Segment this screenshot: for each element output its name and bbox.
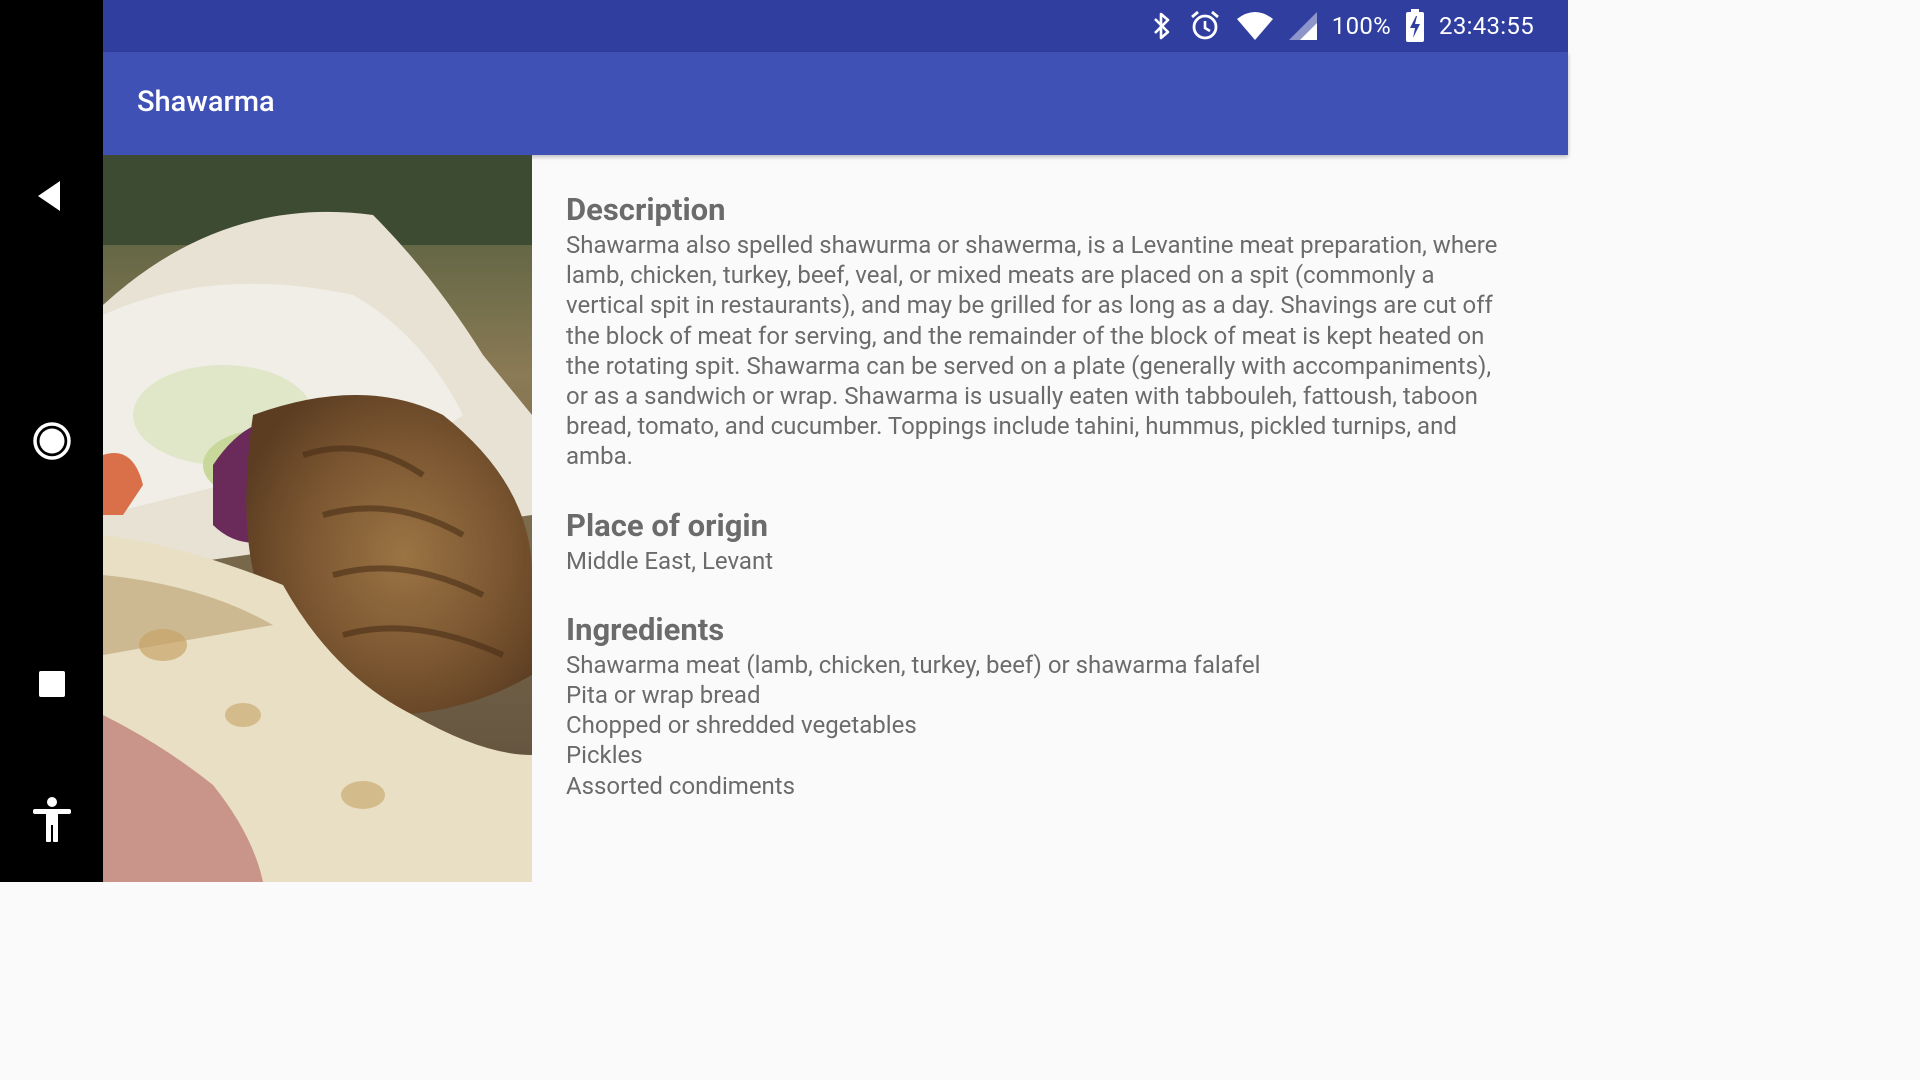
description-section: Description Shawarma also spelled shawur… [566, 190, 1506, 472]
bluetooth-icon [1150, 10, 1174, 42]
recents-icon [38, 671, 65, 697]
navigation-bar [0, 0, 103, 882]
ingredients-title: Ingredients [566, 610, 725, 648]
ingredient-item: Pita or wrap bread [566, 681, 761, 710]
ingredients-section: Ingredients Shawarma meat (lamb, chicken… [566, 610, 1506, 801]
details-panel: Description Shawarma also spelled shawur… [566, 190, 1506, 835]
accessibility-button[interactable] [0, 796, 103, 844]
origin-text: Middle East, Levant [566, 546, 774, 575]
description-title: Description [566, 191, 726, 228]
app-bar: Shawarma [103, 52, 1568, 155]
ingredient-item: Chopped or shredded vegetables [566, 711, 917, 740]
page-title: Shawarma [137, 85, 275, 119]
accessibility-icon [32, 797, 71, 842]
ingredient-item: Assorted condiments [566, 771, 796, 800]
food-image [103, 155, 532, 882]
description-text: Shawarma also spelled shawurma or shawer… [566, 231, 1498, 471]
recents-button[interactable] [0, 668, 103, 700]
back-button[interactable] [0, 176, 103, 216]
home-button[interactable] [0, 420, 103, 462]
origin-title: Place of origin [566, 506, 769, 544]
alarm-icon [1188, 9, 1222, 43]
wifi-icon [1236, 11, 1274, 41]
battery-percent: 100% [1331, 12, 1392, 40]
back-icon [37, 181, 60, 211]
battery-charging-icon [1405, 9, 1425, 43]
ingredient-item: Pickles [566, 741, 643, 770]
origin-section: Place of origin Middle East, Levant [566, 506, 1506, 576]
ingredient-item: Shawarma meat (lamb, chicken, turkey, be… [566, 650, 1261, 679]
home-icon [32, 422, 71, 460]
status-bar: 100% 23:43:55 [103, 0, 1568, 52]
clock-time: 23:43:55 [1439, 12, 1534, 40]
ingredients-list: Shawarma meat (lamb, chicken, turkey, be… [566, 650, 1506, 801]
signal-icon [1288, 11, 1318, 41]
